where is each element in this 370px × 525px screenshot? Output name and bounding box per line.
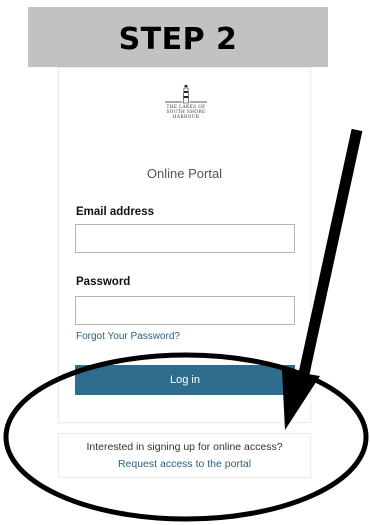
logo-line-3: HARBOUR	[172, 115, 200, 120]
email-label: Email address	[76, 206, 154, 218]
forgot-password-link[interactable]: Forgot Your Password?	[76, 331, 180, 342]
step-title: STEP 2	[118, 21, 238, 57]
step-banner: STEP 2	[28, 7, 328, 67]
login-button[interactable]: Log in	[75, 365, 295, 395]
signup-prompt: Interested in signing up for online acce…	[86, 441, 283, 453]
signup-box: Interested in signing up for online acce…	[58, 433, 311, 478]
email-field[interactable]	[75, 224, 295, 253]
password-field[interactable]	[75, 296, 295, 325]
page-title: Online Portal	[146, 166, 223, 181]
lighthouse-icon	[165, 85, 207, 104]
request-access-link[interactable]: Request access to the portal	[59, 458, 310, 470]
community-logo: THE LAKES OF SOUTH SHORE HARBOUR	[161, 82, 211, 120]
login-card: THE LAKES OF SOUTH SHORE HARBOUR Online …	[58, 67, 311, 423]
password-label: Password	[76, 276, 131, 288]
